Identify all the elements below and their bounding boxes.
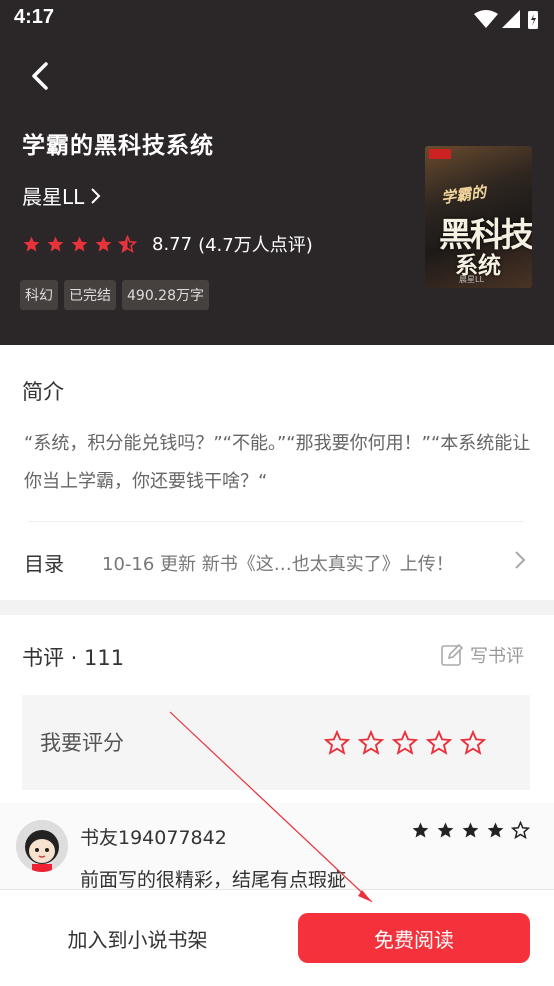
toc-latest: 10-16 更新 新书《这…也太真实了》上传！: [102, 554, 454, 575]
review-title: 书评 · 111: [22, 646, 125, 670]
cover-author: 晨星LL: [459, 275, 484, 284]
publisher-logo: [429, 149, 451, 159]
toc-label: 目录: [24, 552, 64, 576]
star-icon: [437, 822, 454, 838]
author-name: 晨星LL: [22, 185, 85, 209]
cover-title-small: 学霸的: [440, 182, 488, 208]
tag-wordcount: 490.28万字: [122, 280, 209, 310]
write-review-label: 写书评: [470, 646, 524, 667]
avatar[interactable]: [16, 820, 68, 872]
star-icon: [462, 822, 479, 838]
tag-status: 已完结: [64, 280, 116, 310]
star-icon: [71, 236, 88, 252]
rating-count: (4.7万人点评): [198, 235, 313, 256]
free-read-button[interactable]: 免费阅读: [298, 913, 530, 963]
rate-stars[interactable]: [316, 730, 486, 755]
intro-card: 简介 “系统，积分能兑钱吗？”“不能。”“那我要你何用！”“本系统能让你当上学霸…: [0, 345, 554, 600]
write-review-button[interactable]: 写书评: [440, 642, 524, 668]
edit-icon: [441, 643, 464, 666]
intro-text[interactable]: “系统，积分能兑钱吗？”“不能。”“那我要你何用！”“本系统能让你当上学霸，你还…: [24, 425, 534, 501]
status-icons: [474, 10, 538, 29]
star-outline-icon[interactable]: [358, 730, 384, 755]
add-to-shelf-button[interactable]: 加入到小说书架: [30, 912, 245, 964]
star-outline-icon[interactable]: [392, 730, 418, 755]
chevron-right-icon: [91, 187, 101, 204]
intro-title: 简介: [22, 380, 64, 404]
back-arrow-icon[interactable]: [24, 56, 64, 96]
book-cover[interactable]: 学霸的 黑科技 系统 晨星LL: [425, 146, 532, 288]
rate-label: 我要评分: [40, 731, 124, 755]
star-outline-icon[interactable]: [426, 730, 452, 755]
chevron-right-icon: [515, 551, 526, 569]
star-outline-icon: [511, 821, 530, 839]
rating-row: 8.77 (4.7万人点评): [22, 231, 313, 257]
comment-item[interactable]: 书友194077842 前面写的很精彩，结尾有点瑕疵: [0, 803, 554, 903]
star-icon: [95, 236, 112, 252]
star-outline-icon[interactable]: [324, 730, 350, 755]
status-time: 4:17: [14, 6, 55, 28]
star-icon: [412, 822, 429, 838]
book-title: 学霸的黑科技系统: [22, 133, 214, 159]
wifi-icon: [474, 10, 498, 28]
star-half-icon: [118, 235, 137, 253]
star-icon: [47, 236, 64, 252]
tag-genre: 科幻: [20, 280, 58, 310]
book-header: 学霸的黑科技系统 晨星LL 8.77 (4.7万人点评) 科幻 已完结 490.…: [0, 38, 554, 345]
rate-box: 我要评分: [22, 695, 530, 790]
signal-icon: [502, 10, 520, 28]
divider: [28, 521, 524, 522]
rating-score: 8.77: [152, 233, 193, 255]
bottom-action-bar: 加入到小说书架 免费阅读: [0, 889, 554, 986]
star-icon: [487, 822, 504, 838]
author-link[interactable]: 晨星LL: [22, 181, 102, 210]
star-outline-icon[interactable]: [460, 730, 486, 755]
comment-username[interactable]: 书友194077842: [80, 823, 227, 850]
comment-stars: [405, 821, 530, 839]
star-icon: [23, 236, 40, 252]
tag-list: 科幻 已完结 490.28万字: [20, 280, 215, 310]
status-bar: 4:17: [0, 0, 554, 38]
rating-stars: [22, 235, 142, 253]
comment-text: 前面写的很精彩，结尾有点瑕疵: [80, 869, 347, 891]
